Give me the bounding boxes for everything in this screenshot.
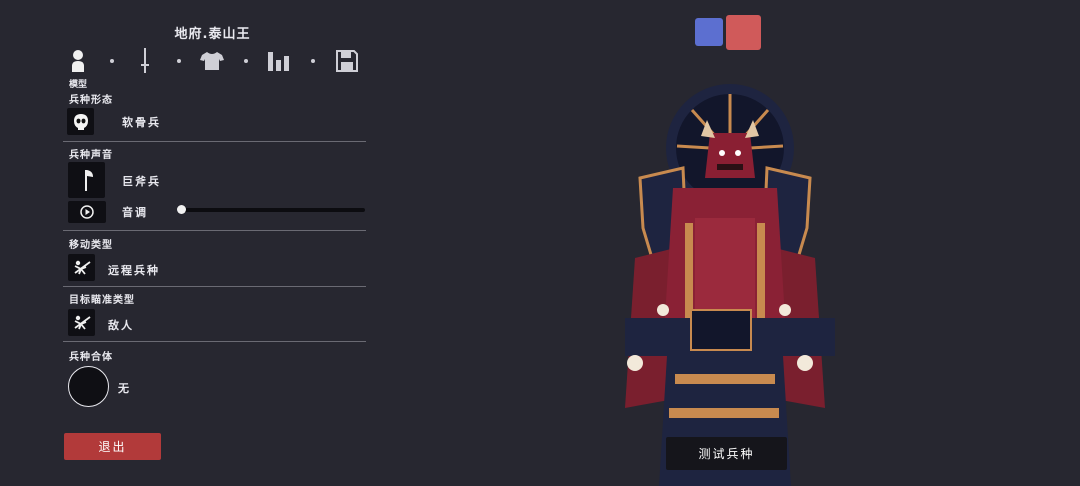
form-selector-button[interactable] xyxy=(67,108,94,135)
voice-section-label: 兵种声音 xyxy=(69,150,113,161)
team-red-swatch[interactable] xyxy=(726,15,761,50)
section-divider xyxy=(63,341,366,342)
form-value: 软骨兵 xyxy=(122,116,161,129)
sword-icon xyxy=(141,48,149,73)
movement-selector-button[interactable] xyxy=(68,254,95,281)
head xyxy=(705,133,755,178)
unit-character-preview[interactable] xyxy=(595,78,855,486)
crouching-figure-icon xyxy=(73,260,91,275)
editor-tab-bar xyxy=(62,46,367,78)
eye xyxy=(719,150,725,156)
tab-clothing[interactable] xyxy=(197,46,227,76)
skull-mask-icon xyxy=(73,113,88,130)
test-unit-button[interactable]: 测试兵种 xyxy=(666,437,787,470)
voice-selector-button[interactable] xyxy=(68,162,105,198)
targeting-selector-button[interactable] xyxy=(68,309,95,336)
merge-section-label: 兵种合体 xyxy=(69,352,113,363)
play-circle-icon xyxy=(80,205,94,219)
tab-separator-dot xyxy=(177,59,181,63)
exit-button[interactable]: 退出 xyxy=(64,433,161,460)
movement-section-label: 移动类型 xyxy=(69,240,113,251)
play-voice-button[interactable] xyxy=(68,201,106,223)
voice-value: 巨斧兵 xyxy=(122,175,161,188)
person-icon xyxy=(72,50,84,72)
merge-selector-button[interactable] xyxy=(68,366,109,407)
team-blue-swatch[interactable] xyxy=(695,18,723,46)
unit-title: 地府.泰山王 xyxy=(174,27,251,42)
targeting-value: 敌人 xyxy=(108,319,134,332)
tab-separator-dot xyxy=(311,59,315,63)
section-divider xyxy=(63,230,366,231)
crouching-figure-icon xyxy=(73,315,91,330)
merge-value: 无 xyxy=(118,382,131,395)
pitch-label: 音调 xyxy=(122,206,148,219)
tab-weapon[interactable] xyxy=(130,46,160,76)
floppy-disk-icon xyxy=(336,50,358,72)
tab-model[interactable] xyxy=(63,46,93,76)
shirt-icon xyxy=(200,52,224,70)
bar-chart-icon xyxy=(268,52,289,71)
axe-icon xyxy=(84,170,93,191)
tab-separator-dot xyxy=(110,59,114,63)
targeting-section-label: 目标瞄准类型 xyxy=(69,295,135,306)
tab-stats[interactable] xyxy=(264,46,294,76)
tab-model-label: 模型 xyxy=(69,80,88,90)
pitch-slider-track[interactable] xyxy=(180,208,365,212)
section-divider xyxy=(63,286,366,287)
belt-buckle xyxy=(690,309,752,351)
tab-save[interactable] xyxy=(332,46,362,76)
form-section-label: 兵种形态 xyxy=(69,95,113,106)
section-divider xyxy=(63,141,366,142)
eye xyxy=(735,150,741,156)
tab-separator-dot xyxy=(244,59,248,63)
pitch-slider-knob[interactable] xyxy=(177,205,186,214)
movement-value: 远程兵种 xyxy=(108,264,160,277)
